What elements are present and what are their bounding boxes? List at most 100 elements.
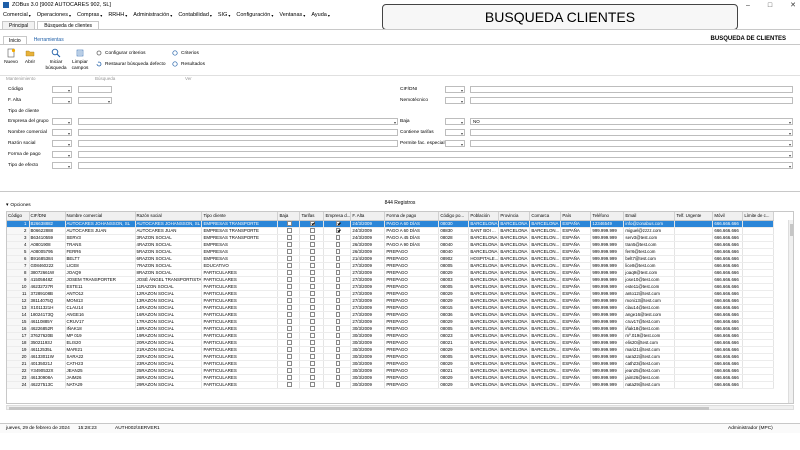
column-header[interactable]: Límite de c... <box>742 212 775 221</box>
table-row[interactable]: 10 46232727R ESTE11 11RAZON SOCIAL PARTICULA… <box>7 283 775 291</box>
table-row[interactable]: 12 38114075Q MONI13 13RAZON SOCIAL PARTICULA… <box>7 297 775 305</box>
table-row[interactable]: 8 38072661W JOAQ9 8RAZON SOCIAL PARTICULARES… <box>7 269 775 277</box>
checkbox-unchecked[interactable] <box>287 354 292 359</box>
checkbox-unchecked[interactable] <box>335 368 341 373</box>
checkbox-unchecked[interactable] <box>335 277 341 282</box>
checkbox-unchecked[interactable] <box>335 256 341 261</box>
column-header[interactable]: Razón social <box>135 212 203 221</box>
table-row[interactable]: 1 B26638882 AUTOCARES JOHANSSON, SL AUTOCAR… <box>7 220 775 228</box>
checkbox-unchecked[interactable] <box>287 333 292 338</box>
table-row[interactable]: 23 46130908A JAIM26 26RAZON SOCIAL PARTICULA… <box>7 374 775 382</box>
checkbox-unchecked[interactable] <box>287 319 292 324</box>
ribbon-tab-herramientas[interactable]: Herramientas <box>29 36 69 44</box>
checkbox-unchecked[interactable] <box>335 298 341 303</box>
resultados-button[interactable]: Resultados <box>172 61 205 67</box>
falta-input[interactable]: ▾ <box>78 97 112 104</box>
table-row[interactable]: 17 37627620B MP 019 19RAZON SOCIAL PARTICULA… <box>7 332 775 340</box>
checkbox-unchecked[interactable] <box>310 242 315 247</box>
checkbox-unchecked[interactable] <box>310 347 315 352</box>
checkbox-unchecked[interactable] <box>310 270 315 275</box>
nemotecnico-operator[interactable]: ▾ <box>445 97 465 104</box>
table-row[interactable]: 14 18024173Q ANGE16 16RAZON SOCIAL PARTICULA… <box>7 311 775 319</box>
abrir-button[interactable]: Abrir <box>23 48 37 66</box>
checkbox-unchecked[interactable] <box>287 382 292 387</box>
checkbox-unchecked[interactable] <box>310 326 315 331</box>
table-row[interactable]: 20 46133011W SARA22 22RAZON SOCIAL PARTICULA… <box>7 353 775 361</box>
checkbox-unchecked[interactable] <box>335 312 341 317</box>
checkbox-unchecked[interactable] <box>310 263 315 268</box>
menu-item-4[interactable]: Administración <box>133 12 169 18</box>
ribbon-tab-inicio[interactable]: Inicio <box>3 36 27 44</box>
column-header[interactable]: Comarca <box>529 212 562 221</box>
checkbox-unchecked[interactable] <box>310 312 315 317</box>
options-button[interactable]: ▾ Opciones <box>6 203 31 208</box>
column-header[interactable]: Telf. Urgente <box>674 212 714 221</box>
permite-fac-input[interactable]: ▾ <box>470 140 793 147</box>
checkbox-unchecked[interactable] <box>310 382 315 387</box>
permite-fac-operator[interactable]: ▾ <box>445 140 465 147</box>
table-row[interactable]: 18 35021193J ELIS20 20RAZON SOCIAL PARTICULA… <box>7 339 775 347</box>
empresa-grupo-input[interactable]: ▾ <box>78 118 398 125</box>
checkbox-unchecked[interactable] <box>310 291 315 296</box>
cif-input[interactable] <box>470 86 793 93</box>
checkbox-unchecked[interactable] <box>310 361 315 366</box>
checkbox-unchecked[interactable] <box>287 263 292 268</box>
criterios-button[interactable]: Criterios <box>172 50 199 56</box>
checkbox-unchecked[interactable] <box>310 249 315 254</box>
column-header[interactable]: CIF/DNI <box>29 212 66 221</box>
table-row[interactable]: 3 B63410559 SERV3 3RAZON SOCIAL EMPRESAS TRA… <box>7 234 775 242</box>
empresa-grupo-operator[interactable]: ▾ <box>52 118 72 125</box>
menu-item-3[interactable]: RRHH <box>108 12 124 18</box>
checkbox-unchecked[interactable] <box>335 382 341 387</box>
checkbox-unchecked[interactable] <box>310 354 315 359</box>
checkbox-unchecked[interactable] <box>287 277 292 282</box>
checkbox-unchecked[interactable] <box>287 249 292 254</box>
checkbox-unchecked[interactable] <box>310 319 315 324</box>
iniciar-busqueda-button[interactable]: Iniciar búsqueda <box>44 48 68 71</box>
minimize-button[interactable]: – <box>746 2 750 9</box>
baja-operator[interactable]: ▾ <box>445 118 465 125</box>
checkbox-unchecked[interactable] <box>335 347 341 352</box>
razon-social-input[interactable] <box>78 140 398 147</box>
tipo-efecto-operator[interactable]: ▾ <box>52 162 72 169</box>
checkbox-unchecked[interactable] <box>310 284 315 289</box>
checkbox-unchecked[interactable] <box>287 270 292 275</box>
nuevo-button[interactable]: Nuevo <box>4 48 18 66</box>
maximize-button[interactable]: □ <box>768 2 772 9</box>
checkbox-unchecked[interactable] <box>335 361 341 366</box>
tab-busqueda-clientes[interactable]: Búsqueda de clientes <box>37 21 99 29</box>
cif-operator[interactable]: ▾ <box>445 86 465 93</box>
checkbox-unchecked[interactable] <box>335 235 341 240</box>
checkbox-unchecked[interactable] <box>310 256 315 261</box>
table-row[interactable]: 6 B91685384 BELT7 6RAZON SOCIAL EMPRESAS 21/4… <box>7 255 775 263</box>
contiene-tarifas-operator[interactable]: ▾ <box>445 129 465 136</box>
scroll-thumb[interactable] <box>789 224 793 236</box>
checkbox-unchecked[interactable] <box>287 291 292 296</box>
nemotecnico-input[interactable] <box>470 97 793 104</box>
menu-item-1[interactable]: Operaciones <box>37 12 68 18</box>
column-header[interactable]: Nombre comercial <box>65 212 136 221</box>
menu-item-0[interactable]: Comercial <box>3 12 28 18</box>
codigo-input[interactable] <box>78 86 112 93</box>
table-row[interactable]: 19 46112535L MARI21 21RAZON SOCIAL PARTICULA… <box>7 346 775 354</box>
table-row[interactable]: 5 A08005795 FERR6 5RAZON SOCIAL EMPRESAS 26/3… <box>7 248 775 256</box>
checkbox-unchecked[interactable] <box>287 284 292 289</box>
checkbox-unchecked[interactable] <box>335 326 341 331</box>
nombre-comercial-input[interactable] <box>78 129 398 136</box>
column-header[interactable]: Tarifas <box>299 212 325 221</box>
checkbox-unchecked[interactable] <box>335 305 341 310</box>
checkbox-unchecked[interactable] <box>310 340 315 345</box>
checkbox-unchecked[interactable] <box>335 284 341 289</box>
vertical-scrollbar[interactable] <box>788 220 793 403</box>
checkbox-unchecked[interactable] <box>287 228 292 233</box>
checkbox-checked[interactable] <box>310 221 315 226</box>
configurar-criterios-button[interactable]: Configurar criterios <box>96 50 146 56</box>
checkbox-unchecked[interactable] <box>335 291 341 296</box>
checkbox-unchecked[interactable] <box>287 221 292 226</box>
column-header[interactable]: Tipo cliente <box>201 212 279 221</box>
table-row[interactable]: 7 G08460222 LICE8 7RAZON SOCIAL EDUCATIVO 27/… <box>7 262 775 270</box>
baja-input[interactable]: NO ▾ <box>470 118 793 125</box>
nombre-comercial-operator[interactable]: ▾ <box>52 129 72 136</box>
checkbox-unchecked[interactable] <box>287 242 292 247</box>
checkbox-unchecked[interactable] <box>335 375 341 380</box>
